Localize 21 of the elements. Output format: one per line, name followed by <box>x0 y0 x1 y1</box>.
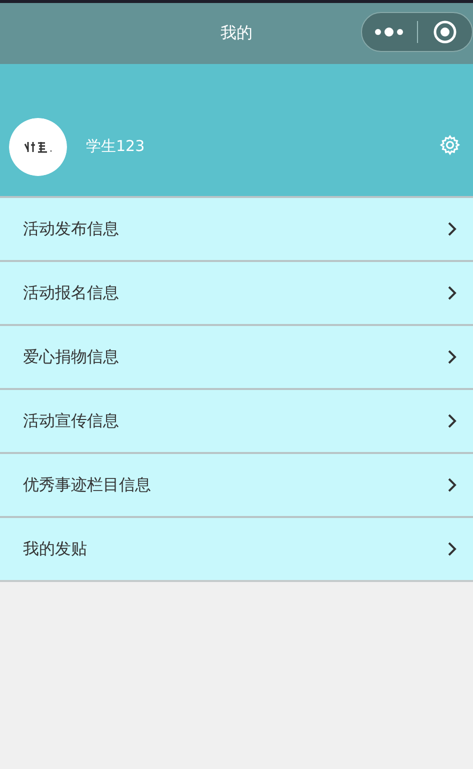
chevron-icon <box>447 349 457 365</box>
menu-item[interactable]: 活动报名信息 <box>0 260 473 324</box>
menu-item[interactable]: 活动发布信息 <box>0 196 473 260</box>
menu-item[interactable]: 我的发贴 <box>0 516 473 582</box>
menu-label: 活动宣传信息 <box>23 410 120 432</box>
menu-item[interactable]: 活动宣传信息 <box>0 388 473 452</box>
menu-item[interactable]: 优秀事迹栏目信息 <box>0 452 473 516</box>
menu-label: 优秀事迹栏目信息 <box>23 474 152 496</box>
more-icon[interactable] <box>374 27 404 37</box>
menu-label: 爱心捐物信息 <box>23 346 120 368</box>
menu-label: 我的发贴 <box>23 538 88 560</box>
username: 学生123 <box>86 137 145 156</box>
menu-label: 活动报名信息 <box>23 282 120 304</box>
chevron-icon <box>447 541 457 557</box>
chevron-icon <box>447 285 457 301</box>
chevron-icon <box>447 477 457 493</box>
menu-label: 活动发布信息 <box>23 218 120 240</box>
menu-item[interactable]: 爱心捐物信息 <box>0 324 473 388</box>
chevron-icon <box>447 413 457 429</box>
page-title: 我的 <box>220 23 252 44</box>
chevron-icon <box>447 221 457 237</box>
